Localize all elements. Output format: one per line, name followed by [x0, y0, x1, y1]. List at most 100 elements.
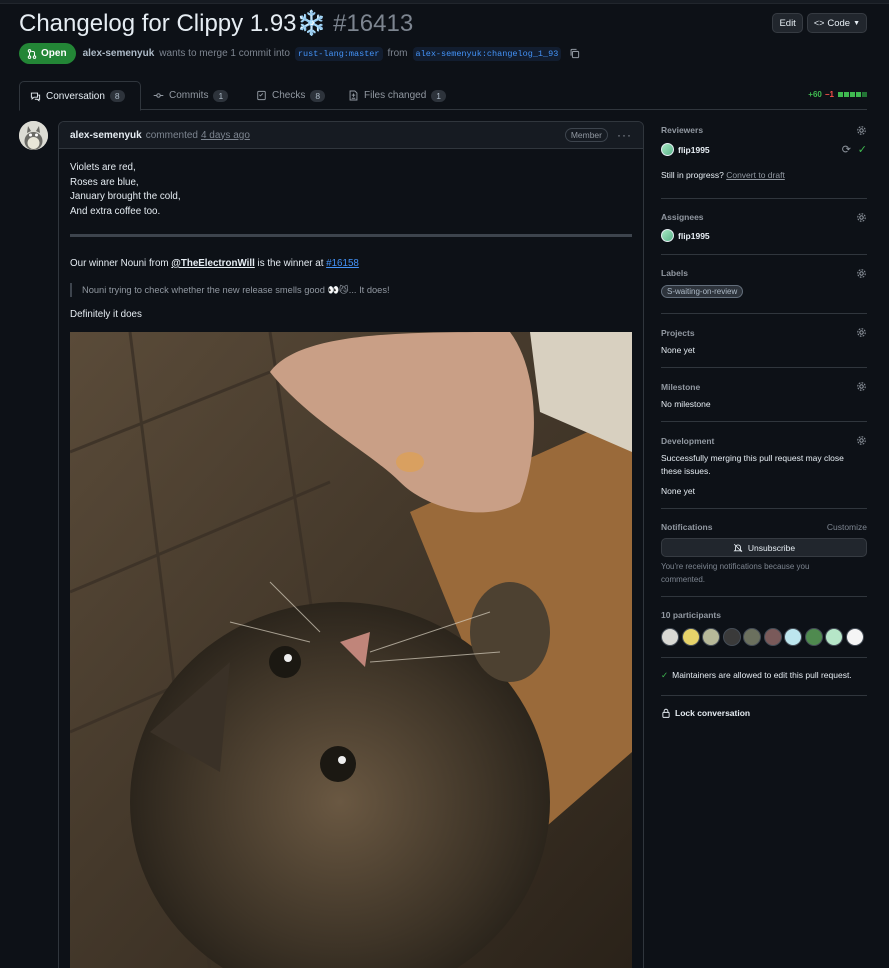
tab-count: 8 — [109, 90, 125, 102]
winner-text: Our winner Nouni from — [70, 257, 169, 269]
additions-count: +60 — [808, 90, 822, 99]
diffstat: +60 −1 — [808, 90, 867, 99]
gear-icon[interactable] — [856, 125, 867, 136]
check-icon: ✓ — [857, 144, 867, 156]
avatar[interactable] — [702, 628, 720, 646]
bell-slash-icon — [733, 543, 743, 552]
avatar[interactable] — [804, 628, 823, 646]
deletions-count: −1 — [824, 90, 834, 99]
caret-down-icon: ▼ — [853, 19, 860, 27]
checklist-icon — [257, 90, 266, 101]
assignees-section: Assignees flip1995 — [661, 199, 867, 255]
code-button-label: Code — [827, 17, 851, 29]
winner-mid-text: is the winner at — [257, 257, 324, 269]
pr-title: Changelog for Clippy 1.93❄️ — [19, 10, 327, 37]
tab-label: Files changed — [364, 90, 427, 101]
participants-section: 10 participants — [661, 597, 867, 658]
tab-label: Conversation — [46, 90, 105, 102]
projects-value: None yet — [661, 345, 696, 355]
user-mention[interactable]: @TheElectronWill — [171, 258, 255, 269]
sidebar: Reviewers flip1995 ⟳ ✓ Still in progress… — [661, 121, 867, 726]
status-badge: Open — [19, 43, 76, 64]
merge-text: wants to merge 1 commit into — [159, 48, 290, 59]
pull-request-icon — [27, 48, 37, 59]
issue-link[interactable]: #16158 — [326, 258, 359, 269]
gear-icon[interactable] — [856, 268, 867, 279]
gear-icon[interactable] — [856, 327, 867, 338]
tab-checks[interactable]: Checks 8 — [246, 81, 335, 110]
comment-box: alex-semenyuk commented 4 days ago Membe… — [58, 121, 644, 968]
comment-time[interactable]: 4 days ago — [201, 130, 250, 141]
avatar[interactable] — [763, 628, 782, 646]
labels-heading: Labels — [661, 268, 688, 278]
code-icon: <> — [813, 18, 825, 28]
avatar[interactable] — [722, 628, 741, 646]
closing-text: Definitely it does — [70, 309, 142, 321]
avatar[interactable] — [661, 628, 679, 646]
tab-count: 1 — [431, 89, 446, 102]
page-title: Changelog for Clippy 1.93❄️ #16413 — [19, 9, 413, 38]
lock-conversation-button[interactable]: Lock conversation — [661, 708, 750, 718]
tab-count: 1 — [213, 89, 229, 102]
avatar[interactable] — [845, 628, 864, 646]
assignees-heading: Assignees — [661, 212, 704, 222]
lock-icon — [662, 708, 670, 718]
edit-button[interactable]: Edit — [772, 13, 803, 33]
label-pill[interactable]: S-waiting-on-review — [661, 285, 744, 298]
customize-link[interactable]: Customize — [827, 522, 867, 532]
projects-section: Projects None yet — [661, 314, 867, 368]
avatar[interactable] — [681, 628, 700, 646]
poem-line: January brought the cold, — [70, 191, 181, 203]
author-avatar[interactable] — [19, 121, 48, 150]
development-heading: Development — [661, 436, 715, 446]
author-link[interactable]: alex-semenyuk — [83, 48, 155, 59]
development-section: Development Successfully merging this pu… — [661, 422, 867, 509]
tab-files-changed[interactable]: Files changed 1 — [338, 81, 456, 110]
status-text: Open — [41, 48, 67, 59]
avatar[interactable] — [784, 628, 802, 646]
kebab-menu-icon[interactable]: ··· — [617, 128, 632, 142]
unsubscribe-button[interactable]: Unsubscribe — [661, 538, 867, 557]
milestone-section: Milestone No milestone — [661, 368, 867, 422]
tab-count: 8 — [310, 89, 326, 102]
avatar[interactable] — [825, 628, 843, 646]
participants-heading: 10 participants — [661, 610, 721, 620]
winner-paragraph: Our winner Nouni from @TheElectronWill i… — [70, 257, 632, 272]
convert-to-draft-link[interactable]: Convert to draft — [726, 170, 785, 180]
maintainers-text: Maintainers are allowed to edit this pul… — [672, 670, 852, 680]
unsubscribe-label: Unsubscribe — [747, 542, 796, 553]
poem-line: Violets are red, — [70, 162, 136, 173]
participants-list — [661, 628, 864, 646]
notifications-heading: Notifications — [661, 522, 713, 532]
comment-icon — [30, 92, 41, 102]
gear-icon[interactable] — [856, 212, 867, 223]
projects-heading: Projects — [661, 328, 695, 338]
blockquote: Nouni trying to check whether the new re… — [70, 282, 632, 298]
gear-icon[interactable] — [856, 435, 867, 446]
labels-section: Labels S-waiting-on-review — [661, 255, 867, 314]
commit-icon — [153, 93, 164, 98]
assignee-user[interactable]: flip1995 — [661, 229, 710, 242]
tab-conversation[interactable]: Conversation 8 — [19, 81, 141, 111]
reviewer-user[interactable]: flip1995 — [661, 143, 710, 156]
check-icon: ✓ — [661, 670, 669, 680]
gear-icon[interactable] — [856, 381, 867, 392]
code-button[interactable]: <> Code ▼ — [806, 13, 867, 33]
base-branch[interactable]: rust-lang:master — [294, 46, 383, 61]
tab-commits[interactable]: Commits 1 — [143, 81, 238, 110]
pr-number: #16413 — [333, 10, 414, 37]
from-text: from — [387, 48, 408, 59]
re-request-icon[interactable]: ⟳ — [842, 143, 851, 156]
comment-header: alex-semenyuk commented 4 days ago Membe… — [59, 122, 643, 149]
comment-body: Violets are red, Roses are blue, January… — [59, 149, 643, 335]
cat-photo[interactable] — [70, 332, 632, 968]
milestone-heading: Milestone — [661, 382, 701, 392]
poem-line: And extra coffee too. — [70, 206, 161, 218]
comment-author[interactable]: alex-semenyuk — [70, 130, 142, 141]
avatar[interactable] — [743, 628, 761, 646]
avatar — [661, 229, 674, 242]
reviewers-heading: Reviewers — [661, 125, 704, 135]
copy-icon[interactable] — [569, 48, 580, 59]
lock-section: Lock conversation — [661, 696, 867, 726]
head-branch[interactable]: alex-semenyuk:changelog_1_93 — [412, 46, 562, 61]
